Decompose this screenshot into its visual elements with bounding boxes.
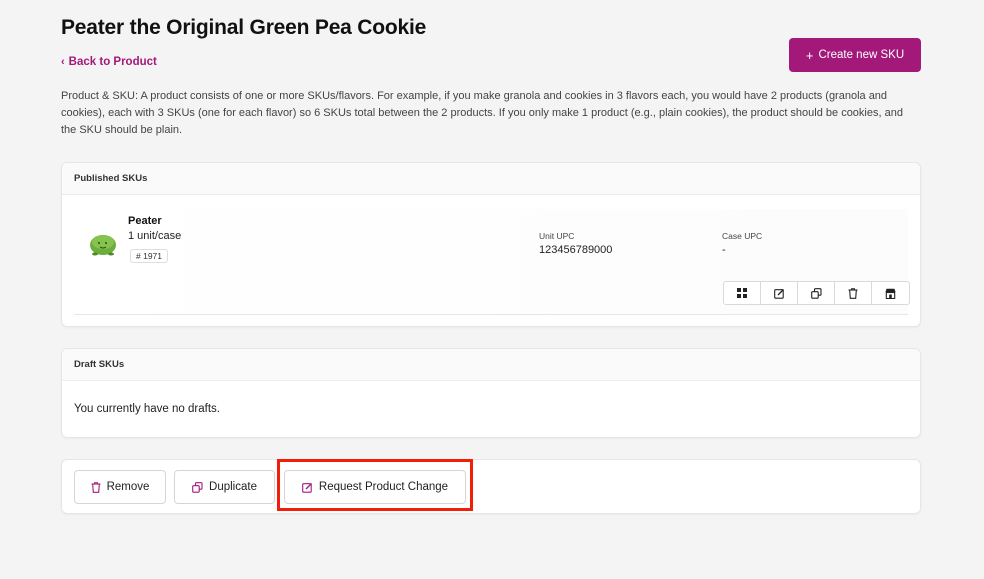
product-sku-description: Product & SKU: A product consists of one… xyxy=(61,90,903,136)
edit-icon[interactable] xyxy=(761,282,798,304)
draft-skus-header: Draft SKUs xyxy=(62,349,920,381)
duplicate-label: Duplicate xyxy=(209,481,257,493)
request-product-change-label: Request Product Change xyxy=(318,481,449,493)
trash-icon xyxy=(91,481,101,493)
back-link-label: Back to Product xyxy=(68,56,157,68)
page-title: Peater the Original Green Pea Cookie xyxy=(61,16,427,39)
duplicate-button[interactable]: Duplicate xyxy=(174,470,275,504)
plus-icon: + xyxy=(805,47,814,63)
create-sku-label: Create new SKU xyxy=(818,49,905,61)
case-upc-value: - xyxy=(722,244,726,256)
sku-name: Peater xyxy=(128,215,162,227)
sku-thumbnail xyxy=(90,235,116,256)
create-sku-button[interactable]: + Create new SKU xyxy=(789,38,921,72)
chevron-left-icon: ‹ xyxy=(61,56,65,68)
sku-action-icons xyxy=(723,281,910,305)
edit-icon xyxy=(302,482,312,493)
remove-button[interactable]: Remove xyxy=(74,470,166,504)
sku-unit: 1 unit/case xyxy=(128,230,182,242)
case-upc-label: Case UPC xyxy=(722,231,763,241)
duplicate-icon[interactable] xyxy=(798,282,835,304)
unit-upc-value: 123456789000 xyxy=(539,244,613,256)
duplicate-icon xyxy=(192,481,203,493)
published-skus-card: Published SKUs Peater 1 unit/case # 1971… xyxy=(61,162,921,327)
unit-upc-label: Unit UPC xyxy=(539,231,575,241)
no-drafts-message: You currently have no drafts. xyxy=(74,403,220,415)
product-actions-card: Remove Duplicate Request Product Change xyxy=(61,459,921,514)
sku-number-badge: # 1971 xyxy=(130,249,168,263)
request-product-change-button[interactable]: Request Product Change xyxy=(284,470,466,504)
sku-row: Peater 1 unit/case # 1971 Unit UPC 12345… xyxy=(74,209,910,315)
draft-skus-card: Draft SKUs You currently have no drafts. xyxy=(61,348,921,438)
published-skus-header: Published SKUs xyxy=(62,163,920,195)
grid-icon[interactable] xyxy=(724,282,761,304)
trash-icon[interactable] xyxy=(835,282,872,304)
back-to-product-link[interactable]: ‹ Back to Product xyxy=(61,56,157,68)
remove-label: Remove xyxy=(106,481,150,493)
store-icon[interactable] xyxy=(872,282,909,304)
